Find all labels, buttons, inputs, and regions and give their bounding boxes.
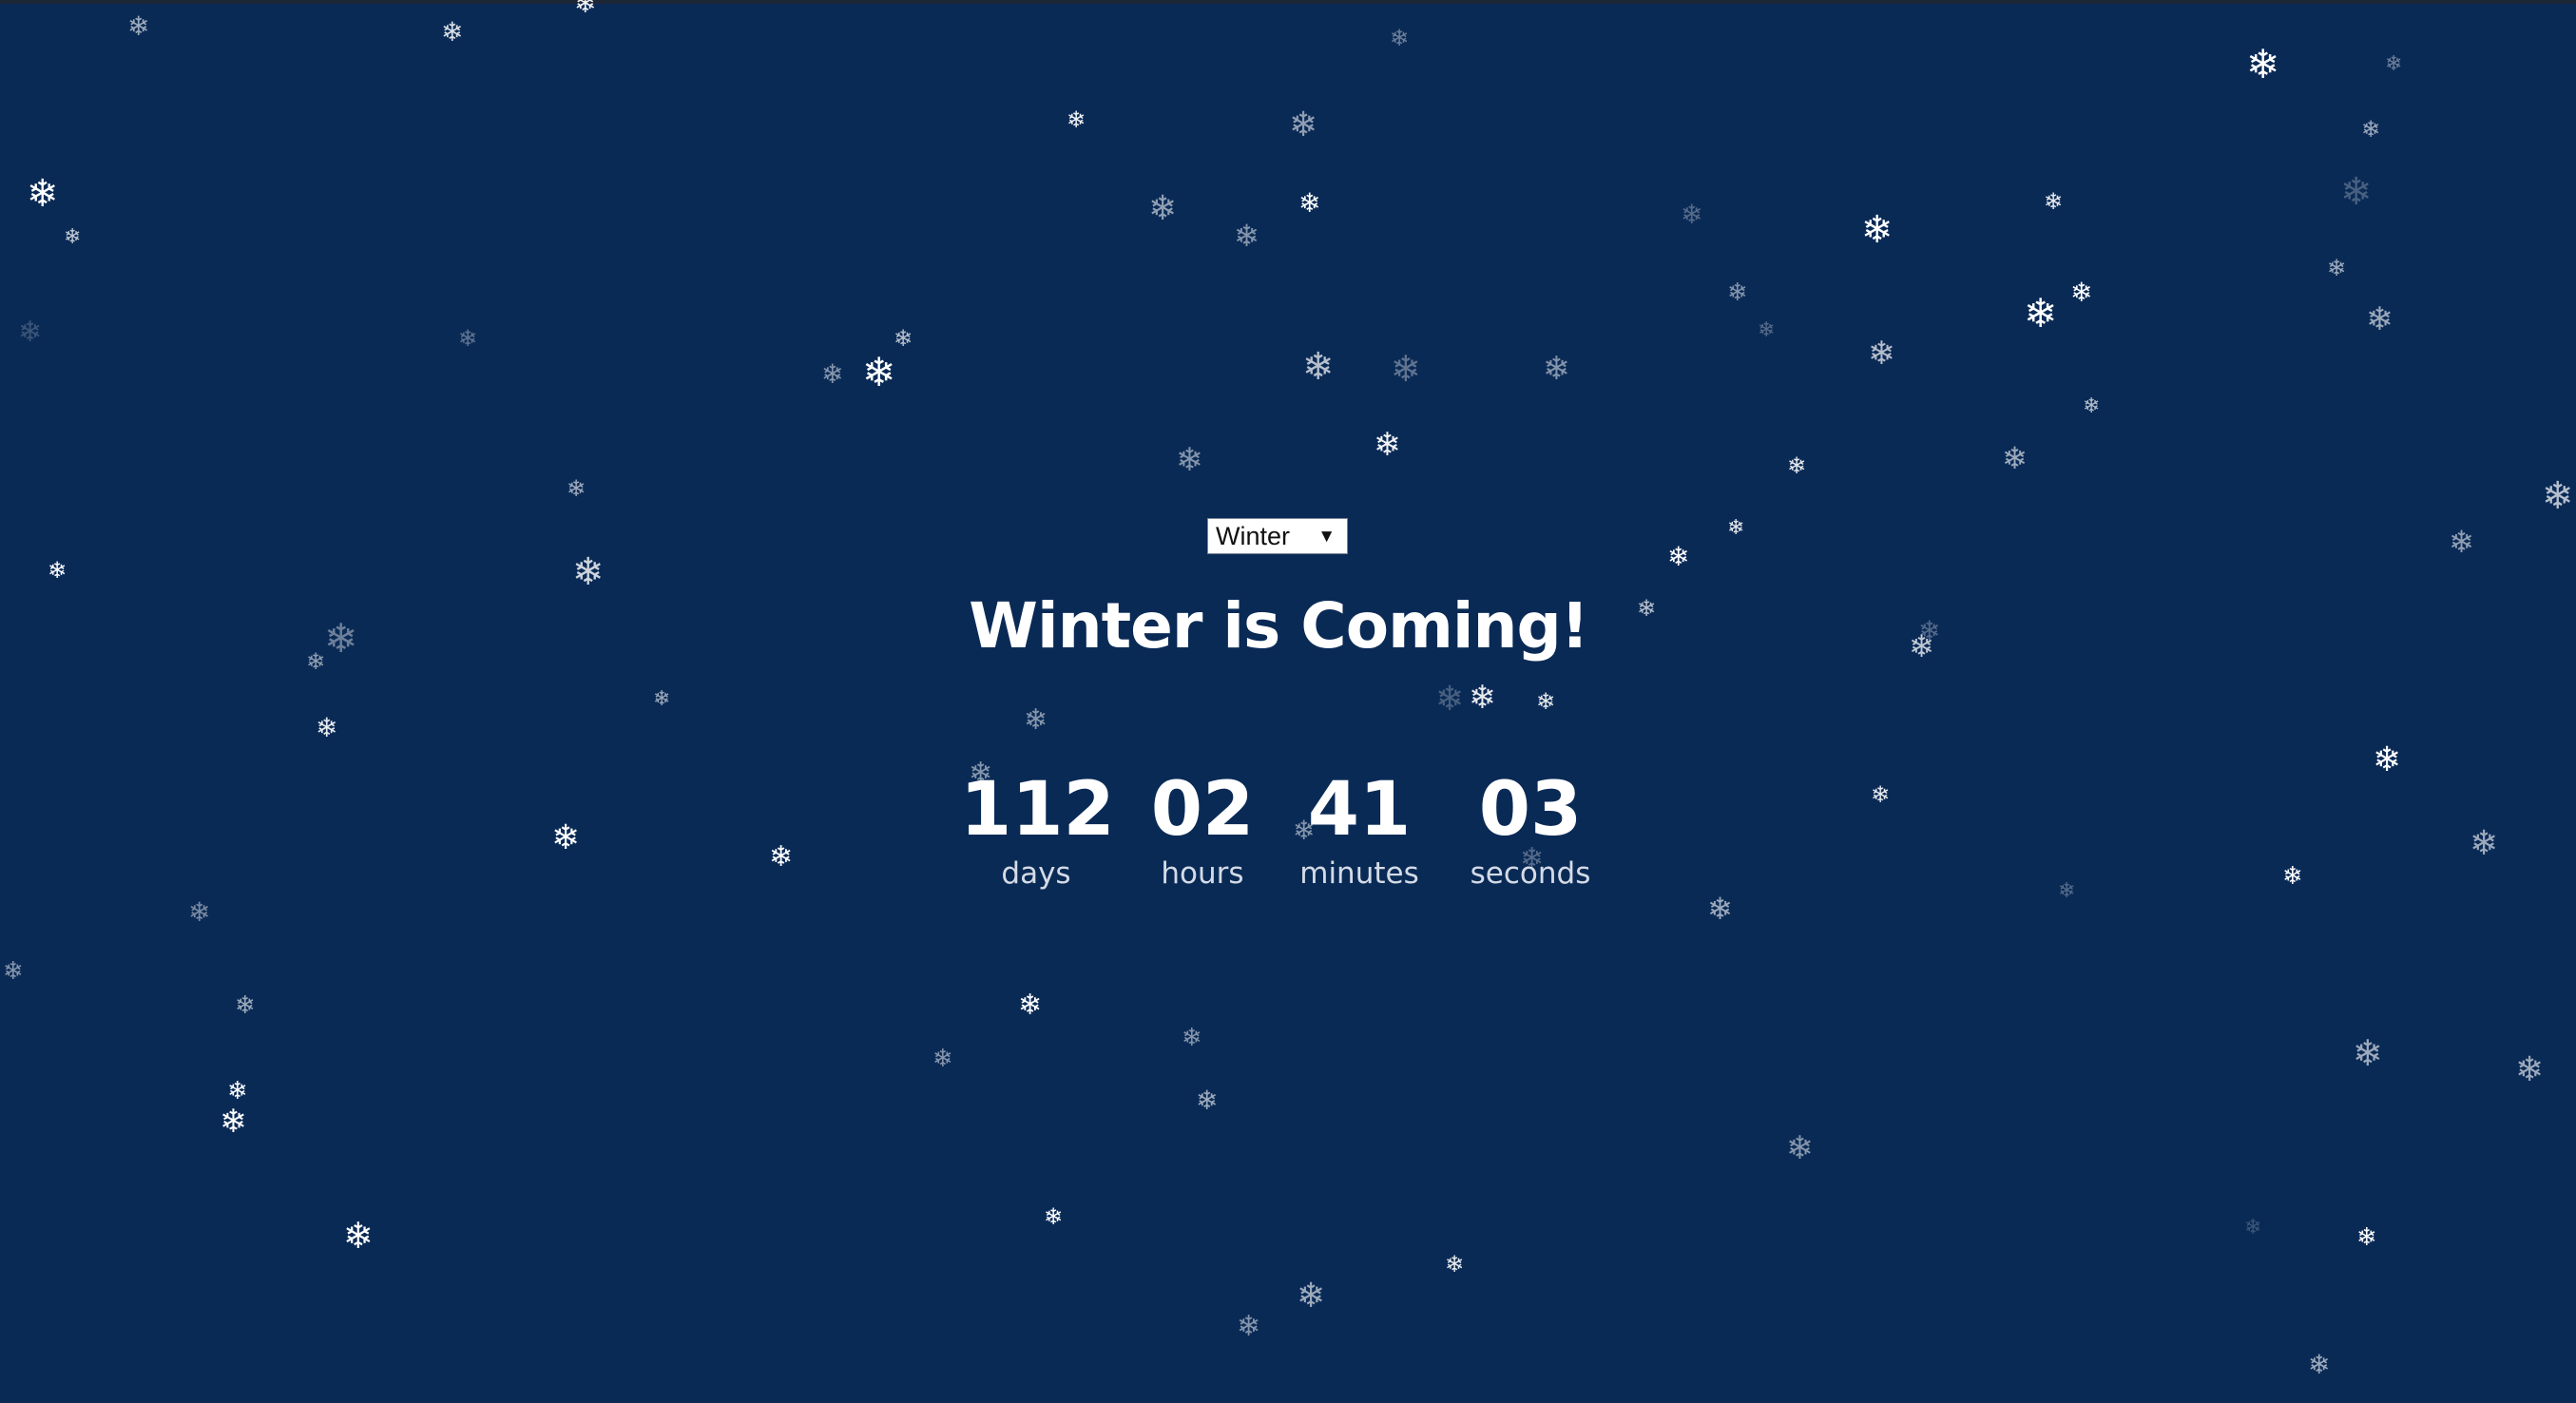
snowflake-icon: ❄ bbox=[220, 1103, 247, 1141]
snowflake-icon: ❄ bbox=[1237, 1310, 1261, 1343]
snowflake-icon: ❄ bbox=[1681, 199, 1703, 230]
countdown-hours: 02 hours bbox=[1141, 765, 1264, 893]
snowflake-icon: ❄ bbox=[574, 0, 597, 19]
snowflake-icon: ❄ bbox=[27, 172, 59, 216]
snowflake-icon: ❄ bbox=[1148, 189, 1178, 228]
snowflake-icon: ❄ bbox=[188, 896, 211, 928]
snowflake-icon: ❄ bbox=[572, 550, 605, 594]
hours-label: hours bbox=[1161, 856, 1244, 891]
snowflake-icon: ❄ bbox=[769, 840, 794, 874]
snowflake-icon: ❄ bbox=[2373, 740, 2402, 779]
snowflake-icon: ❄ bbox=[2083, 394, 2101, 418]
snowflake-icon: ❄ bbox=[2282, 862, 2303, 891]
snowfall-layer: ❄ ❄ ❄ ❄ ❄ ❄ ❄ ❄ ❄ ❄ ❄ ❄ ❄ ❄ ❄ ❄ ❄ ❄ ❄ ❄ ❄ ❄ ❄ ❄ ❄ ❄ ❄ ❄ ❄ ❄ ❄ ❄ ❄ ❄ ❄ ❄ ❄ ❄ ❄ ❄… bbox=[0, 0, 2576, 1403]
snowflake-icon: ❄ bbox=[1182, 1024, 1202, 1052]
snowflake-icon: ❄ bbox=[2470, 824, 2499, 863]
snowflake-icon: ❄ bbox=[1868, 335, 1895, 373]
snowflake-icon: ❄ bbox=[1390, 25, 1410, 51]
days-value: 112 bbox=[960, 767, 1115, 853]
snowflake-icon: ❄ bbox=[1861, 208, 1894, 252]
snowflake-icon: ❄ bbox=[1787, 452, 1807, 479]
snowflake-icon: ❄ bbox=[18, 316, 43, 349]
snowflake-icon: ❄ bbox=[2353, 1032, 2383, 1074]
snowflake-icon: ❄ bbox=[235, 991, 256, 1020]
snowflake-icon: ❄ bbox=[551, 818, 581, 857]
snowflake-icon: ❄ bbox=[3, 957, 24, 986]
snowflake-icon: ❄ bbox=[1758, 318, 1776, 342]
snowflake-icon: ❄ bbox=[2044, 188, 2064, 215]
countdown-days: 112 days bbox=[960, 765, 1115, 893]
snowflake-icon: ❄ bbox=[1786, 1129, 1814, 1167]
snowflake-icon: ❄ bbox=[1044, 1203, 1064, 1230]
snowflake-icon: ❄ bbox=[2385, 52, 2403, 76]
snowflake-icon: ❄ bbox=[2002, 440, 2028, 476]
seconds-label: seconds bbox=[1470, 856, 1591, 891]
snowflake-icon: ❄ bbox=[2366, 300, 2393, 338]
snowflake-icon: ❄ bbox=[316, 712, 338, 743]
snowflake-icon: ❄ bbox=[894, 325, 913, 352]
days-label: days bbox=[1001, 856, 1071, 891]
snowflake-icon: ❄ bbox=[567, 475, 586, 502]
countdown-seconds: 03 seconds bbox=[1454, 765, 1606, 893]
snowflake-icon: ❄ bbox=[2024, 290, 2058, 336]
snowflake-icon: ❄ bbox=[862, 349, 896, 395]
snowflake-icon: ❄ bbox=[1871, 781, 1891, 808]
snowflake-icon: ❄ bbox=[1445, 1251, 1465, 1278]
snowflake-icon: ❄ bbox=[653, 687, 671, 711]
snowflake-icon: ❄ bbox=[458, 325, 478, 352]
snowflake-icon: ❄ bbox=[1707, 891, 1733, 927]
snowflake-icon: ❄ bbox=[2244, 1216, 2262, 1240]
minutes-value: 41 bbox=[1307, 767, 1412, 853]
snowflake-icon: ❄ bbox=[2361, 116, 2381, 143]
snowflake-icon: ❄ bbox=[1391, 348, 1421, 390]
page-title: Winter is Coming! bbox=[969, 589, 1589, 663]
snowflake-icon: ❄ bbox=[2070, 277, 2093, 308]
snowflake-icon: ❄ bbox=[1018, 989, 1043, 1022]
snowflake-icon: ❄ bbox=[1543, 350, 1570, 388]
snowflake-icon: ❄ bbox=[1536, 688, 1556, 715]
snowflake-icon: ❄ bbox=[1469, 679, 1496, 717]
snowflake-icon: ❄ bbox=[1435, 680, 1465, 719]
snowflake-icon: ❄ bbox=[48, 557, 67, 584]
season-select-value: Winter bbox=[1216, 521, 1291, 550]
snowflake-icon: ❄ bbox=[1289, 106, 1318, 144]
snowflake-icon: ❄ bbox=[127, 10, 150, 42]
snowflake-icon: ❄ bbox=[1727, 516, 1745, 540]
countdown: 112 days 02 hours 41 minutes 03 seconds bbox=[951, 765, 1616, 908]
snowflake-icon: ❄ bbox=[441, 16, 464, 48]
snowflake-icon: ❄ bbox=[1298, 187, 1321, 219]
snowflake-icon: ❄ bbox=[932, 1045, 953, 1073]
snowflake-icon: ❄ bbox=[2340, 170, 2373, 214]
snowflake-icon: ❄ bbox=[2515, 1050, 2545, 1089]
seconds-value: 03 bbox=[1478, 767, 1583, 853]
countdown-minutes: 41 minutes bbox=[1288, 765, 1431, 893]
snowflake-icon: ❄ bbox=[2058, 879, 2076, 903]
snowflake-icon: ❄ bbox=[2356, 1223, 2377, 1252]
snowflake-icon: ❄ bbox=[343, 1215, 374, 1257]
snowflake-icon: ❄ bbox=[1176, 441, 1203, 479]
snowflake-icon: ❄ bbox=[2449, 524, 2474, 560]
snowflake-icon: ❄ bbox=[1374, 426, 1401, 464]
triangle-down-icon: ▼ bbox=[1317, 527, 1336, 547]
snowflake-icon: ❄ bbox=[1024, 703, 1048, 737]
snowflake-icon: ❄ bbox=[1302, 345, 1335, 389]
snowflake-icon: ❄ bbox=[2308, 1349, 2331, 1380]
snowflake-icon: ❄ bbox=[64, 225, 82, 249]
snowflake-icon: ❄ bbox=[1234, 218, 1259, 254]
snowflake-icon: ❄ bbox=[2327, 255, 2347, 281]
snowflake-icon: ❄ bbox=[1297, 1277, 1326, 1316]
snowflake-icon: ❄ bbox=[821, 358, 844, 390]
snowflake-icon: ❄ bbox=[1196, 1085, 1219, 1116]
season-select[interactable]: Winter ▼ bbox=[1207, 518, 1348, 554]
minutes-label: minutes bbox=[1299, 856, 1419, 891]
snowflake-icon: ❄ bbox=[1067, 106, 1086, 133]
snowflake-icon: ❄ bbox=[1667, 541, 1690, 572]
hours-value: 02 bbox=[1150, 767, 1255, 853]
snowflake-icon: ❄ bbox=[227, 1077, 248, 1105]
snowflake-icon: ❄ bbox=[1727, 279, 1748, 307]
snowflake-icon: ❄ bbox=[2542, 474, 2574, 518]
snowflake-icon: ❄ bbox=[2246, 41, 2280, 87]
